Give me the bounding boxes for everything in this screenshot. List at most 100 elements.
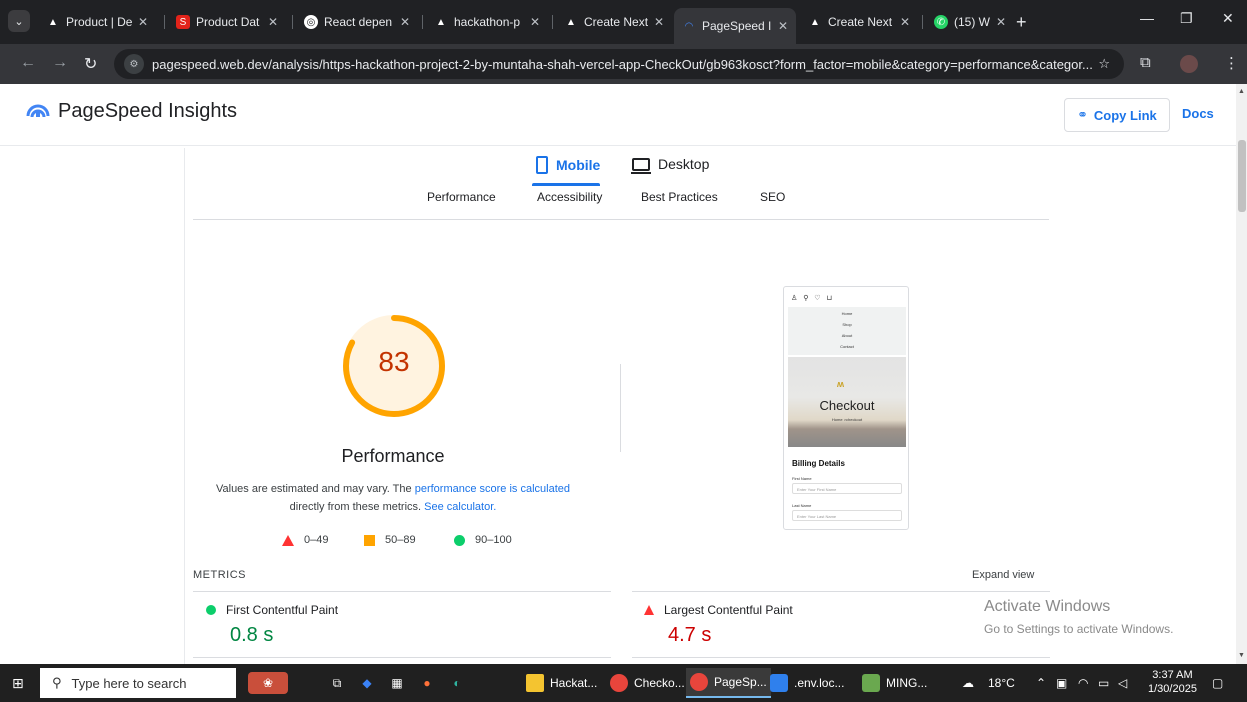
- close-tab-icon[interactable]: ✕: [654, 15, 664, 29]
- firefox-icon[interactable]: ●: [416, 672, 438, 694]
- browser-tab[interactable]: ▲ Create Next ✕: [800, 8, 918, 36]
- close-tab-icon[interactable]: ✕: [268, 15, 278, 29]
- windows-activation-watermark: Activate Windows: [984, 598, 1111, 615]
- sanity-icon: S: [176, 15, 190, 29]
- reload-icon[interactable]: ↻: [84, 54, 97, 74]
- restore-icon[interactable]: ❐: [1180, 10, 1193, 27]
- browser-tab[interactable]: S Product Dat ✕: [168, 8, 286, 36]
- scroll-down-arrow-icon[interactable]: ▼: [1238, 652, 1245, 659]
- browser-tab[interactable]: ▲ hackathon-p ✕: [426, 8, 548, 36]
- close-tab-icon[interactable]: ✕: [996, 15, 1006, 29]
- site-info-icon[interactable]: ⚙: [124, 54, 144, 74]
- calendar-app-icon[interactable]: ▦: [386, 672, 408, 694]
- close-tab-icon[interactable]: ✕: [400, 15, 410, 29]
- close-tab-icon[interactable]: ✕: [530, 15, 540, 29]
- notifications-icon[interactable]: ▢: [1212, 676, 1223, 690]
- score-description: Values are estimated and may vary. The p…: [215, 483, 570, 513]
- metric-lcp-value: 4.7 s: [668, 624, 712, 646]
- thumbnail-menu-item: Shop: [842, 322, 852, 327]
- psi-header: PageSpeed Insights ⚭ Copy Link Docs: [0, 84, 1236, 146]
- score-calculated-link[interactable]: performance score is calculated: [415, 483, 570, 495]
- metrics-heading: METRICS: [193, 569, 246, 581]
- page-title: PageSpeed Insights: [58, 100, 238, 122]
- thumbnail-menu-item: Contact: [840, 344, 854, 349]
- taskbar-app-vscode[interactable]: .env.loc...: [766, 668, 848, 698]
- thumbnail-first-name-field: Enter Your First Name: [792, 483, 902, 494]
- divider: [620, 364, 621, 452]
- address-bar[interactable]: ⚙ pagespeed.web.dev/analysis/https-hacka…: [114, 49, 1124, 79]
- green-circle-icon: [206, 605, 216, 615]
- thumbnail-nav-icons: ♙ ⚲ ♡ ⊔: [791, 295, 834, 302]
- windows-taskbar: ⊞ ⚲ Type here to search ❀ ⧉ ◆ ▦ ● ◐ Hack…: [0, 664, 1247, 702]
- forward-icon[interactable]: →: [52, 54, 68, 72]
- bookmark-star-icon[interactable]: ☆: [1098, 56, 1110, 72]
- copy-link-button[interactable]: ⚭ Copy Link: [1064, 98, 1170, 132]
- browser-tab[interactable]: ◎ React depen ✕: [296, 8, 418, 36]
- close-window-icon[interactable]: ✕: [1222, 10, 1234, 27]
- taskbar-app-chrome-pagespeed[interactable]: PageSp...: [686, 668, 771, 698]
- task-view-icon[interactable]: ⧉: [326, 672, 348, 694]
- taskbar-app-git-bash[interactable]: MING...: [858, 668, 931, 698]
- git-bash-icon: [862, 674, 880, 692]
- tab-desktop[interactable]: Desktop: [631, 156, 709, 174]
- search-icon: ⚲: [52, 675, 62, 690]
- battery-icon[interactable]: ▭: [1098, 676, 1109, 690]
- volume-icon[interactable]: ◁: [1118, 676, 1127, 690]
- new-tab-button[interactable]: +: [1016, 12, 1027, 33]
- close-tab-icon[interactable]: ✕: [900, 15, 910, 29]
- browser-menu-icon[interactable]: ⋮: [1224, 54, 1239, 72]
- close-tab-icon[interactable]: ✕: [138, 15, 148, 29]
- browser-toolbar: ← → ↻ ⚙ pagespeed.web.dev/analysis/https…: [0, 44, 1247, 84]
- weather-icon[interactable]: ☁: [962, 676, 974, 690]
- thumbnail-breadcrumb: Home >checkout: [831, 417, 863, 422]
- red-triangle-icon: [282, 534, 294, 546]
- profile-avatar[interactable]: [1180, 55, 1198, 73]
- scroll-up-arrow-icon[interactable]: ▲: [1238, 88, 1245, 95]
- vercel-triangle-icon: ▲: [48, 16, 58, 28]
- browser-tab[interactable]: ▲ Product | De ✕: [38, 8, 156, 36]
- category-seo[interactable]: SEO: [760, 190, 785, 204]
- vercel-triangle-icon: ▲: [436, 16, 446, 28]
- browser-tab[interactable]: ▲ Create Next ✕: [556, 8, 672, 36]
- site-icon: ◎: [304, 15, 318, 29]
- close-tab-icon[interactable]: ✕: [778, 19, 788, 33]
- brand-logo-icon: ʍ: [837, 379, 845, 389]
- category-performance[interactable]: Performance: [427, 190, 496, 204]
- back-icon[interactable]: ←: [20, 54, 36, 72]
- score-label: Performance: [341, 446, 445, 466]
- tray-overflow-icon[interactable]: ⌃: [1036, 676, 1046, 690]
- thumbnail-menu-item: About: [841, 333, 853, 338]
- link-icon: ⚭: [1077, 107, 1088, 122]
- browser-tab[interactable]: ✆ (15) WhatsA ✕: [926, 8, 1014, 36]
- scrollbar-thumb[interactable]: [1238, 140, 1246, 212]
- green-circle-icon: [454, 534, 465, 546]
- docs-link[interactable]: Docs: [1182, 106, 1214, 121]
- weather-temp[interactable]: 18°C: [988, 676, 1015, 690]
- expand-view-button[interactable]: Expand view: [972, 569, 1034, 581]
- wifi-icon[interactable]: ◠: [1078, 676, 1088, 690]
- phone-icon: [536, 156, 548, 174]
- see-calculator-link[interactable]: See calculator.: [424, 501, 496, 513]
- news-widget-icon[interactable]: ❀: [248, 672, 288, 694]
- extensions-icon[interactable]: ⧉: [1140, 54, 1151, 71]
- browser-tab-active[interactable]: ◠ PageSpeed I ✕: [674, 8, 796, 44]
- category-best-practices[interactable]: Best Practices: [641, 190, 718, 204]
- divider: [193, 657, 611, 658]
- metric-lcp-label: Largest Contentful Paint: [644, 603, 793, 617]
- taskbar-app-chrome-checkout[interactable]: Checko...: [606, 668, 689, 698]
- windows-start-icon[interactable]: ⊞: [12, 675, 24, 692]
- tab-mobile[interactable]: Mobile: [536, 156, 600, 174]
- taskbar-clock[interactable]: 3:37 AM 1/30/2025: [1148, 668, 1197, 696]
- thumbnail-heading: Checkout: [819, 398, 875, 413]
- minimize-icon[interactable]: —: [1140, 10, 1154, 26]
- taskbar-app-file-explorer[interactable]: Hackat...: [522, 668, 601, 698]
- desktop-icon: [631, 157, 651, 174]
- tray-app-icon[interactable]: ▣: [1056, 676, 1067, 690]
- copilot-icon[interactable]: ◆: [356, 672, 378, 694]
- category-accessibility[interactable]: Accessibility: [537, 190, 602, 204]
- edge-icon[interactable]: ◐: [446, 672, 468, 694]
- taskbar-search-box[interactable]: ⚲ Type here to search: [40, 668, 236, 698]
- divider: [184, 148, 185, 664]
- tab-search-button[interactable]: ⌄: [8, 10, 30, 32]
- thumbnail-billing-title: Billing Details: [792, 459, 845, 468]
